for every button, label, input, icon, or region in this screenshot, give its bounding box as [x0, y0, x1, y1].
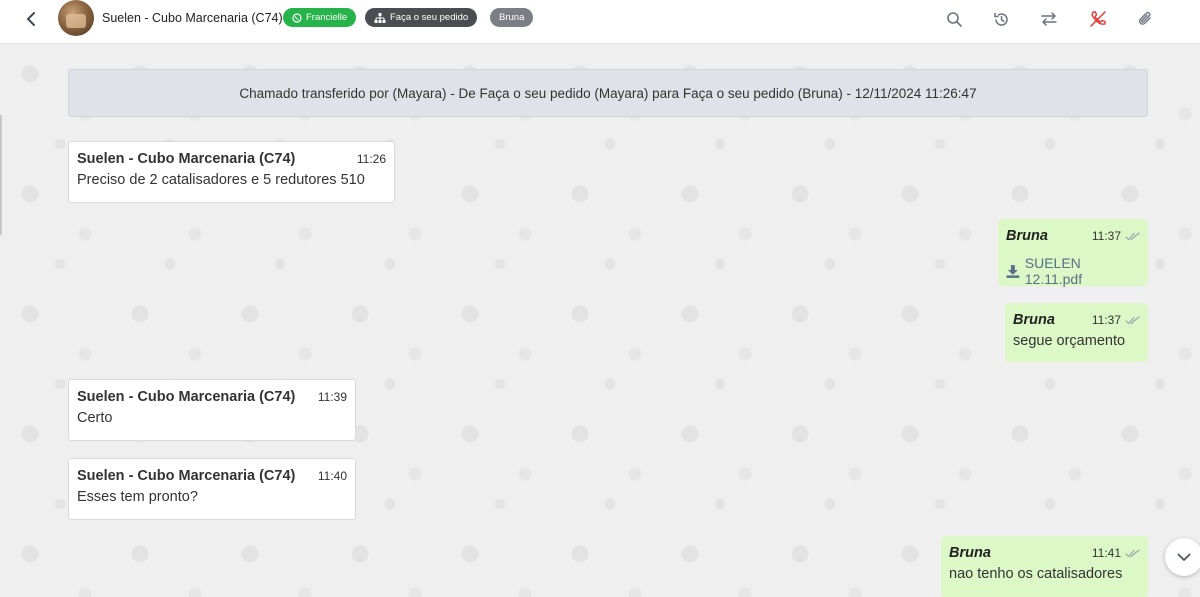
queue-tag: Faça o seu pedido	[365, 8, 478, 27]
message-time: 11:40	[317, 469, 347, 483]
message-text: segue orçamento	[1013, 333, 1126, 349]
message-time: 11:41	[1091, 546, 1121, 560]
user-tag-label: Bruna	[499, 12, 525, 23]
transfer-notice-text: Chamado transferido por (Mayara) - De Fa…	[239, 85, 977, 101]
scroll-to-bottom-button[interactable]	[1165, 538, 1200, 576]
end-call-button[interactable]	[1087, 8, 1109, 30]
message-text: Esses tem pronto?	[77, 489, 198, 505]
search-button[interactable]	[943, 8, 965, 30]
outgoing-message[interactable]: Bruna 11:37 SUELEN 12.11.pdf	[998, 219, 1148, 287]
incoming-message[interactable]: Suelen - Cubo Marcenaria (C74) 11:26 Pre…	[68, 141, 395, 203]
chat-header: Suelen - Cubo Marcenaria (C74) Franciell…	[0, 0, 1200, 44]
message-sender: Bruna	[1006, 228, 1048, 244]
queue-tag-label: Faça o seu pedido	[390, 12, 469, 23]
history-icon	[993, 12, 1008, 26]
connection-tag: Francielle	[283, 8, 357, 27]
incoming-message[interactable]: Suelen - Cubo Marcenaria (C74) 11:39 Cer…	[68, 379, 356, 441]
message-text: Certo	[77, 410, 113, 426]
search-icon	[947, 12, 962, 27]
connection-tag-label: Francielle	[306, 12, 348, 23]
download-icon	[1006, 265, 1020, 278]
attachment-link[interactable]: SUELEN 12.11.pdf	[1006, 255, 1140, 287]
sitemap-icon	[374, 12, 386, 23]
user-tag: Bruna	[490, 8, 534, 27]
message-time: 11:37	[1091, 313, 1121, 327]
double-check-icon	[1125, 548, 1140, 557]
message-time-group: 11:37	[1092, 229, 1140, 243]
contact-avatar[interactable]	[58, 0, 94, 36]
message-text: Preciso de 2 catalisadores e 5 redutores…	[77, 172, 365, 188]
transfer-notice: Chamado transferido por (Mayara) - De Fa…	[68, 69, 1148, 117]
message-sender: Suelen - Cubo Marcenaria (C74)	[77, 389, 296, 405]
transfer-icon	[1041, 12, 1057, 26]
outgoing-message[interactable]: Bruna 11:37 segue orçamento	[1005, 303, 1148, 362]
attachment-filename: SUELEN 12.11.pdf	[1024, 255, 1083, 287]
chat-list-scrollbar[interactable]	[0, 115, 2, 235]
message-time: 11:39	[317, 390, 347, 404]
message-time-group: 11:41	[1092, 546, 1140, 560]
back-button[interactable]	[20, 8, 42, 30]
message-sender: Bruna	[949, 545, 991, 561]
history-button[interactable]	[990, 8, 1012, 30]
message-text: nao tenho os catalisadores	[949, 566, 1123, 582]
message-sender: Bruna	[1013, 312, 1055, 328]
message-sender: Suelen - Cubo Marcenaria (C74)	[77, 151, 296, 167]
contact-name[interactable]: Suelen - Cubo Marcenaria (C74)	[102, 11, 283, 25]
double-check-icon	[1125, 231, 1140, 240]
double-check-icon	[1125, 315, 1140, 324]
chevron-left-icon	[27, 12, 35, 26]
phone-off-icon	[1090, 11, 1106, 27]
incoming-message[interactable]: Suelen - Cubo Marcenaria (C74) 11:40 Ess…	[68, 458, 356, 520]
outgoing-message[interactable]: Bruna 11:41 nao tenho os catalisadores	[941, 536, 1148, 597]
attach-button[interactable]	[1134, 8, 1156, 30]
chevron-down-icon	[1177, 553, 1191, 561]
message-time: 11:37	[1091, 229, 1121, 243]
paperclip-icon	[1139, 11, 1151, 25]
whatsapp-icon	[292, 12, 302, 23]
message-time-group: 11:37	[1092, 313, 1140, 327]
message-sender: Suelen - Cubo Marcenaria (C74)	[77, 468, 296, 484]
message-time: 11:26	[356, 152, 386, 166]
transfer-button[interactable]	[1038, 8, 1060, 30]
